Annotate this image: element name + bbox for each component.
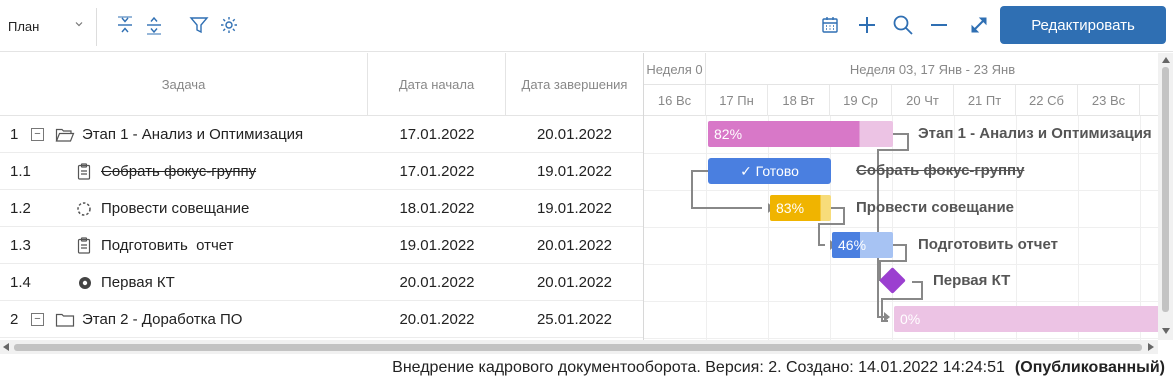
end-date: 19.01.2022 [536, 200, 613, 217]
search-icon[interactable] [890, 12, 916, 38]
toolbar: План Редактировать [0, 0, 1173, 52]
task-grid: Задача Дата начала Дата завершения 1 − Э… [0, 53, 643, 340]
bar-progress-label: 46% [838, 237, 867, 253]
scroll-right-icon[interactable] [1148, 343, 1154, 351]
start-date: 20.01.2022 [399, 274, 475, 291]
end-date: 20.01.2022 [536, 274, 613, 291]
clipboard-icon [77, 227, 91, 264]
bar-title: Собрать фокус-группу [856, 162, 1025, 179]
row-number: 1 [10, 126, 19, 143]
settings-icon[interactable] [216, 12, 242, 38]
bar-progress-label: 0% [900, 311, 921, 327]
end-date: 25.01.2022 [536, 311, 613, 328]
scroll-left-icon[interactable] [3, 343, 9, 351]
gantt-bar[interactable]: 46% [832, 232, 893, 258]
end-date: 20.01.2022 [536, 237, 613, 254]
row-number: 1.4 [10, 274, 31, 291]
column-header-start[interactable]: Дата начала [368, 53, 506, 116]
start-date: 19.01.2022 [399, 237, 475, 254]
column-header-task[interactable]: Задача [0, 53, 368, 116]
table-row[interactable]: 1.2 Провести совещание 18.01.2022 19.01.… [0, 190, 643, 227]
start-date: 17.01.2022 [399, 163, 475, 180]
table-row[interactable]: 1.3 Подготовить отчет 19.01.2022 20.01.2… [0, 227, 643, 264]
bar-title: Этап 1 - Анализ и Оптимизация [918, 125, 1152, 142]
scroll-down-icon[interactable] [1162, 328, 1170, 334]
row-number: 1.1 [10, 163, 31, 180]
row-number: 1.3 [10, 237, 31, 254]
status-state: (Опубликованный) [1014, 359, 1165, 376]
bar-title: Провести совещание [856, 199, 1015, 216]
fullscreen-icon[interactable] [966, 12, 992, 38]
calendar-icon[interactable] [817, 12, 843, 38]
start-date: 18.01.2022 [399, 200, 475, 217]
folder-icon [55, 301, 75, 338]
task-name: Этап 1 - Анализ и Оптимизация [82, 126, 304, 143]
view-select[interactable]: План [8, 13, 88, 39]
gantt-bar[interactable]: 83% [770, 195, 831, 221]
task-name: Собрать фокус-группу [101, 163, 257, 180]
collapse-toggle[interactable]: − [31, 313, 44, 326]
bar-progress-label: 83% [776, 200, 805, 216]
gantt-bar[interactable]: 0% [894, 306, 1158, 332]
bar-title: Подготовить отчет [918, 236, 1058, 253]
horizontal-scroll-thumb[interactable] [14, 344, 1142, 351]
vertical-scroll-thumb[interactable] [1162, 67, 1169, 312]
task-name: Провести совещание [101, 200, 250, 217]
collapse-all-icon[interactable] [112, 12, 138, 38]
chevron-down-icon [75, 22, 83, 27]
row-number: 1.2 [10, 200, 31, 217]
grid-header: Задача Дата начала Дата завершения [0, 53, 643, 116]
end-date: 19.01.2022 [536, 163, 613, 180]
row-number: 2 [10, 311, 19, 328]
filter-icon[interactable] [186, 12, 212, 38]
folder-open-icon [55, 116, 75, 153]
table-row[interactable]: 1 − Этап 1 - Анализ и Оптимизация 17.01.… [0, 116, 643, 153]
collapse-toggle[interactable]: − [31, 128, 44, 141]
table-row[interactable]: 1.1 Собрать фокус-группу 17.01.2022 19.0… [0, 153, 643, 190]
scroll-up-icon[interactable] [1162, 57, 1170, 63]
bar-title: Первая КТ [933, 272, 1011, 289]
start-date: 20.01.2022 [399, 311, 475, 328]
dependency-lines [691, 133, 923, 322]
milestone-dot-icon [78, 264, 92, 301]
bar-progress-label: 82% [714, 126, 743, 142]
status-bar: Внедрение кадрового документооборота. Ве… [0, 355, 1173, 381]
task-name: Первая КТ [101, 274, 175, 291]
gantt-bar[interactable]: 82% [708, 121, 893, 147]
vertical-scrollbar[interactable] [1158, 53, 1173, 340]
end-date: 20.01.2022 [536, 126, 613, 143]
zoom-minus-icon[interactable] [926, 12, 952, 38]
zoom-plus-icon[interactable] [854, 12, 880, 38]
toolbar-divider [96, 8, 97, 46]
view-select-value: План [8, 18, 40, 34]
dashed-circle-icon [76, 190, 92, 227]
gantt-bar[interactable]: ✓ Готово [708, 158, 831, 184]
horizontal-scrollbar[interactable] [0, 340, 1158, 354]
task-name: Этап 2 - Доработка ПО [82, 311, 243, 328]
expand-all-icon[interactable] [141, 12, 167, 38]
clipboard-icon [77, 153, 91, 190]
status-text: Внедрение кадрового документооборота. Ве… [392, 359, 1005, 376]
start-date: 17.01.2022 [399, 126, 475, 143]
edit-button[interactable]: Редактировать [1000, 6, 1166, 44]
bar-progress-label: ✓ Готово [740, 162, 799, 179]
gantt-chart: Неделя 0 Неделя 03, 17 Янв - 23 Янв 16 В… [643, 53, 1158, 340]
task-name: Подготовить отчет [101, 237, 234, 254]
table-row[interactable]: 1.4 Первая КТ 20.01.2022 20.01.2022 [0, 264, 643, 301]
column-header-end[interactable]: Дата завершения [506, 53, 643, 116]
table-row[interactable]: 2 − Этап 2 - Доработка ПО 20.01.2022 25.… [0, 301, 643, 338]
